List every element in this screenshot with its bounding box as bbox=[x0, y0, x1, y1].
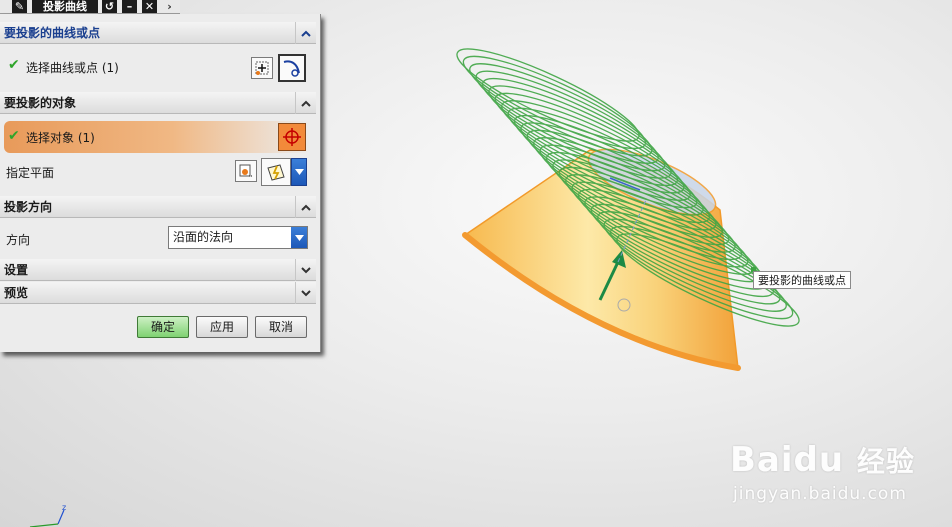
baidu-logo: Baidu 经验 bbox=[730, 440, 915, 480]
tooltip: 要投影的曲线或点 bbox=[753, 271, 851, 289]
watermark-url: jingyan.baidu.com bbox=[733, 484, 907, 504]
watermark-sub: 经验 bbox=[856, 445, 915, 478]
watermark-brand: Baidu bbox=[730, 440, 845, 480]
axis-z-label: z bbox=[62, 503, 66, 512]
axis-triad: z bbox=[29, 503, 66, 527]
cone-solid[interactable] bbox=[462, 136, 741, 371]
